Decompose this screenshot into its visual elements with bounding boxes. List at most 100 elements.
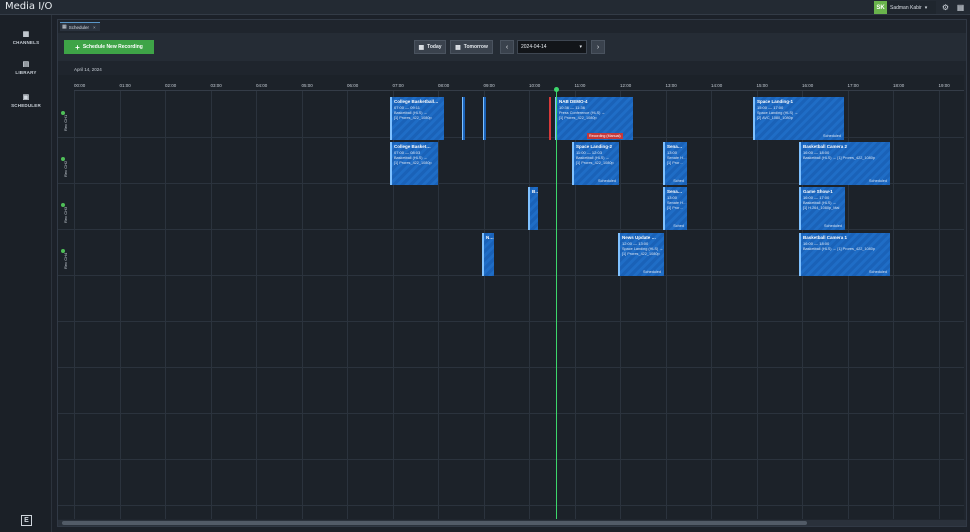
sidebar-item-scheduler[interactable]: ▣ SCHEDULER (0, 93, 52, 108)
channel-row-label: Rec CH1 (60, 111, 72, 151)
event-title: NAB DEMO-4 (559, 99, 588, 104)
recording-event[interactable]: Sena… 13:00 Senate H… [1] Pror… Sched (663, 187, 687, 230)
scrollbar-thumb[interactable] (62, 521, 807, 525)
hour-label: 07:00 (392, 83, 404, 88)
hour-label: 18:00 (893, 83, 905, 88)
today-button[interactable]: ▦ Today (414, 40, 446, 54)
recording-event[interactable]: College Basketball… 07:00 — 09:11 Basket… (390, 97, 444, 140)
tab-label: Scheduler (68, 24, 89, 30)
event-title: Space Landing-1 (757, 99, 794, 104)
button-label: Today (427, 44, 442, 50)
recording-event[interactable] (483, 97, 486, 140)
event-profile: [1] Prores_422_1080p (394, 116, 432, 120)
event-title: Game Show-1 (803, 189, 833, 194)
recording-event[interactable]: B… (528, 187, 538, 230)
hour-gridline (438, 91, 439, 519)
row-divider (58, 367, 964, 368)
hour-label: 02:00 (165, 83, 177, 88)
sidebar-item-channels[interactable]: ▦ CHANNELS (0, 30, 52, 45)
channel-name: Rec CH2 (63, 160, 68, 177)
hour-label: 08:00 (438, 83, 450, 88)
status-badge: Sched (673, 224, 684, 228)
channel-name: Rec CH4 (63, 252, 68, 269)
app-brand: Media I/O (5, 1, 53, 12)
event-profile: [1] Pror… (667, 161, 684, 165)
recording-event[interactable] (462, 97, 465, 140)
recording-event[interactable]: N… (482, 233, 494, 276)
event-title: Basketball Camera 1 (803, 235, 848, 240)
sidebar-item-label: SCHEDULER (11, 103, 41, 108)
user-menu[interactable]: SK Sadman Kabir ▾ (874, 1, 936, 14)
top-bar: Media I/O SK Sadman Kabir ▾ ⚙ ▦ (0, 0, 970, 15)
hour-gridline (165, 91, 166, 519)
event-title: Space Landing-2 (576, 144, 613, 149)
hour-gridline (347, 91, 348, 519)
recording-event[interactable]: News Update … 12:00 — 13:00 Space Landin… (618, 233, 664, 276)
recording-event[interactable]: Space Landing-1 15:00 — 17:00 Space Land… (753, 97, 844, 140)
close-icon[interactable]: × (93, 25, 96, 30)
channel-row-label: Rec CH4 (60, 249, 72, 289)
event-profile: [1] Prores_422_1080p (622, 252, 660, 256)
library-icon: ▤ (22, 61, 30, 68)
sidebar-item-library[interactable]: ▤ LIBRARY (0, 60, 52, 75)
sidebar-item-label: CHANNELS (12, 40, 40, 45)
hour-label: 19:00 (938, 83, 950, 88)
status-badge: Scheduled (869, 270, 887, 274)
recording-event[interactable]: Basketball Camera 1 16:00 — 18:00 Basket… (799, 233, 890, 276)
recording-event[interactable]: Game Show-1 16:00 — 17:00 Basketball (HL… (799, 187, 845, 230)
hour-gridline (301, 91, 303, 519)
hour-label: 03:00 (210, 83, 222, 88)
event-profile: [1] Pror… (667, 206, 684, 210)
next-day-button[interactable]: › (591, 40, 605, 54)
status-badge: Recording (Manual) (587, 133, 623, 139)
scheduler-icon: ▣ (22, 94, 30, 101)
hour-gridline (256, 91, 257, 519)
channel-row-label: Rec CH2 (60, 157, 72, 197)
status-badge: Scheduled (598, 179, 616, 183)
recording-event[interactable]: Basketball Camera 2 16:00 — 18:00 Basket… (799, 142, 890, 185)
calendar-icon: ▦ (418, 44, 425, 51)
sidebar-item-label: LIBRARY (15, 70, 37, 75)
hour-label: 10:00 (529, 83, 541, 88)
status-badge: Scheduled (869, 179, 887, 183)
hour-gridline (893, 91, 894, 519)
horizontal-scrollbar[interactable] (58, 520, 966, 526)
chevron-down-icon: ▾ (579, 44, 582, 50)
event-title: Sena… (667, 144, 683, 149)
date-value: 2024-04-14 (521, 44, 547, 50)
hour-gridline (620, 91, 621, 519)
gear-icon[interactable]: ⚙ (940, 2, 951, 13)
hour-label: 11:00 (574, 83, 586, 88)
hour-label: 09:00 (483, 83, 495, 88)
timeline-date: April 14, 2024 (74, 67, 102, 72)
chevron-down-icon: ▾ (924, 4, 928, 11)
recording-event[interactable]: Space Landing-2 11:00 — 12:03 Basketball… (572, 142, 619, 185)
hour-label: 12:00 (620, 83, 632, 88)
event-title: College Basketball… (394, 99, 439, 104)
event-title: B… (532, 189, 538, 194)
tomorrow-button[interactable]: ▦ Tomorrow (450, 40, 493, 54)
hour-label: 13:00 (665, 83, 677, 88)
scheduler-panel: ▦ Scheduler × + Schedule New Recording ▦… (57, 19, 967, 527)
date-select[interactable]: 2024-04-14 ▾ (517, 40, 587, 54)
channel-row-label: Rec CH3 (60, 203, 72, 243)
tab-scheduler[interactable]: ▦ Scheduler × (60, 22, 100, 31)
event-profile: [1] Prores_422_1080p (559, 116, 597, 120)
user-name: Sadman Kabir (890, 4, 922, 11)
schedule-new-recording-button[interactable]: + Schedule New Recording (64, 40, 154, 54)
grid-icon[interactable]: ▦ (955, 2, 966, 13)
hour-gridline (711, 91, 712, 519)
status-badge: Scheduled (823, 134, 841, 138)
recording-event[interactable]: Sena… 13:00 Senate H… [1] Pror… Sched (663, 142, 687, 185)
row-divider (58, 413, 964, 414)
event-profile: [1] Prores_422_1080p (394, 161, 432, 165)
hour-label: 04:00 (256, 83, 268, 88)
prev-day-button[interactable]: ‹ (500, 40, 514, 54)
recording-event[interactable]: College Basket… 07:00 — 08:03 Basketball… (390, 142, 438, 185)
recording-event[interactable]: NAB DEMO-4 10:36 — 11:36 Press Conferenc… (555, 97, 633, 140)
timeline-grid[interactable]: 00:00 01:00 02:00 03:00 04:00 05:00 06:00 07:00… (58, 75, 964, 519)
status-badge: Scheduled (643, 270, 661, 274)
calendar-icon: ▦ (62, 24, 67, 30)
event-source: Basketball (HLS) → [1] Prores_422_1080p (803, 247, 875, 251)
hour-label: 01:00 (119, 83, 131, 88)
